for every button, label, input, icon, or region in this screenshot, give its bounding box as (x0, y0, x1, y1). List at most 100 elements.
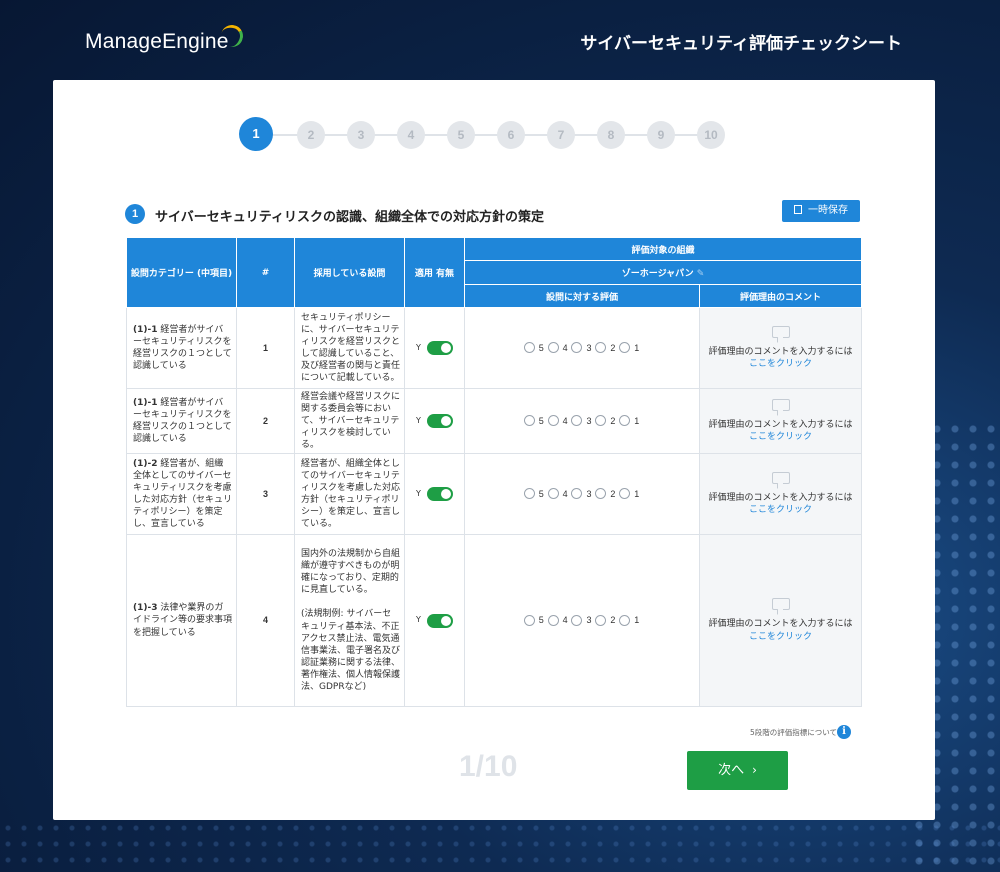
category-code: (1)-3 (133, 603, 158, 614)
row-category: (1)-3 法律や業界のガイドライン等の要求事項を把握している (126, 534, 237, 707)
header-org-group: 評価対象の組織 (463, 237, 863, 261)
rating-label: 1 (634, 415, 640, 426)
comment-bubble-icon (771, 598, 790, 611)
comment-bubble-icon (771, 471, 790, 484)
rating-label: 3 (586, 342, 592, 353)
rating-radio-5[interactable] (523, 342, 535, 354)
chevron-right-icon: › (752, 763, 757, 777)
header-evaluation: 設問に対する評価 (464, 284, 700, 308)
rating-radio-3[interactable] (571, 415, 583, 427)
rating-radio-4[interactable] (547, 342, 559, 354)
edit-pencil-icon[interactable]: ✎ (697, 269, 705, 279)
rating-label: 2 (610, 615, 616, 626)
rating-radio-3[interactable] (571, 614, 583, 626)
comment-cell: 評価理由のコメントを入力するには ここをクリック (698, 307, 863, 389)
comment-prompt: 評価理由のコメントを入力するには (708, 419, 853, 430)
rating-radio-3[interactable] (571, 488, 583, 500)
rating-label: 1 (634, 342, 640, 353)
row-category: (1)-1 経営者がサイバーセキュリティリスクを経営リスクの１つとして認識してい… (126, 388, 237, 454)
comment-link[interactable]: ここをクリック (749, 632, 812, 642)
rating-radio-1[interactable] (619, 342, 631, 354)
rating-label: 5 (538, 415, 544, 426)
rating-radio-5[interactable] (523, 415, 535, 427)
row-number: 3 (236, 453, 295, 535)
comment-prompt: 評価理由のコメントを入力するには (708, 346, 853, 357)
org-name-label: ゾーホージャパン (621, 269, 694, 279)
rating-radio-1[interactable] (619, 614, 631, 626)
toggle-label: Y (416, 488, 421, 498)
rating-radio-5[interactable] (523, 614, 535, 626)
rating-radio-3[interactable] (571, 342, 583, 354)
page-header-title: サイバーセキュリティ評価チェックシート (580, 34, 902, 54)
rating-radio-4[interactable] (547, 415, 559, 427)
header-num: # (236, 237, 295, 308)
step-8[interactable]: 8 (597, 121, 625, 149)
comment-link[interactable]: ここをクリック (749, 432, 812, 442)
step-2[interactable]: 2 (297, 121, 325, 149)
comment-prompt: 評価理由のコメントを入力するには (708, 492, 853, 503)
save-icon (794, 205, 802, 214)
step-5[interactable]: 5 (447, 121, 475, 149)
category-code: (1)-1 (133, 324, 158, 335)
rating-label: 4 (562, 615, 568, 626)
rating-radio-2[interactable] (595, 342, 607, 354)
category-text: 経営者が、組織全体としてのサイバーセキュリティリスクを考慮した対応方針（セキュリ… (133, 458, 233, 530)
category-code: (1)-2 (133, 458, 158, 469)
header-category: 設問カテゴリー (中項目) (126, 237, 237, 308)
measure-text: 国内外の法規制から自組織が遵守すべきものが明確になっており、定期的に見直している… (301, 548, 401, 596)
applicable-toggle[interactable] (426, 341, 453, 355)
next-button[interactable]: 次へ › (687, 751, 788, 790)
rating-radio-2[interactable] (595, 415, 607, 427)
background-dots-bottom (0, 820, 1000, 872)
rating-label: 4 (562, 415, 568, 426)
toggle-label: Y (416, 615, 421, 625)
assessment-table: 設問カテゴリー (中項目) # 採用している設問 適用 有無 評価対象の組織 ゾ… (126, 237, 863, 707)
comment-prompt: 評価理由のコメントを入力するには (708, 619, 853, 630)
step-10[interactable]: 10 (697, 121, 725, 149)
rating-label: 3 (586, 615, 592, 626)
comment-cell: 評価理由のコメントを入力するには ここをクリック (698, 453, 863, 535)
row-number: 2 (236, 388, 295, 454)
header-measure: 採用している設問 (294, 237, 405, 308)
rating-label: 3 (586, 488, 592, 499)
step-6[interactable]: 6 (497, 121, 525, 149)
rating-radio-2[interactable] (595, 488, 607, 500)
header-comment: 評価理由のコメント (698, 284, 863, 308)
rating-label: 5 (538, 615, 544, 626)
row-measure: 国内外の法規制から自組織が遵守すべきものが明確になっており、定期的に見直している… (294, 534, 405, 707)
info-icon[interactable]: i (837, 725, 851, 739)
rating-label: 1 (634, 615, 640, 626)
applicable-toggle[interactable] (426, 613, 453, 628)
rating-radio-1[interactable] (619, 415, 631, 427)
page-indicator: 1/10 (459, 750, 518, 783)
applicable-cell: Y (404, 307, 465, 389)
step-7[interactable]: 7 (547, 121, 575, 149)
step-3[interactable]: 3 (347, 121, 375, 149)
applicable-toggle[interactable] (426, 414, 453, 428)
row-measure: 経営会議や経営リスクに関する委員会等において、サイバーセキュリティリスクを検討し… (294, 388, 405, 454)
step-4[interactable]: 4 (397, 121, 425, 149)
step-1[interactable]: 1 (239, 117, 273, 151)
rating-radio-2[interactable] (595, 614, 607, 626)
applicable-toggle[interactable] (426, 487, 453, 501)
comment-link[interactable]: ここをクリック (749, 359, 812, 369)
step-9[interactable]: 9 (647, 121, 675, 149)
comment-link[interactable]: ここをクリック (749, 505, 812, 515)
top-bar: ManageEngine サイバーセキュリティ評価チェックシート (0, 0, 1000, 80)
rating-radio-4[interactable] (547, 488, 559, 500)
rating-radio-5[interactable] (523, 488, 535, 500)
rating-group: 5 4 3 2 1 (464, 453, 700, 535)
rating-radio-4[interactable] (547, 614, 559, 626)
save-draft-button[interactable]: 一時保存 (782, 200, 860, 222)
applicable-cell: Y (404, 534, 465, 707)
row-measure: セキュリティポリシーに、サイバーセキュリティリスクを経営リスクとして認識している… (294, 307, 405, 389)
header-applicable: 適用 有無 (404, 237, 465, 308)
brand-logo: ManageEngine (85, 30, 229, 53)
row-category: (1)-1 経営者がサイバーセキュリティリスクを経営リスクの１つとして認識してい… (126, 307, 237, 389)
section-number: 1 (125, 204, 145, 224)
rating-label: 5 (538, 342, 544, 353)
rating-radio-1[interactable] (619, 488, 631, 500)
progress-stepper: 1 2 3 4 5 6 7 8 9 10 (239, 117, 729, 153)
save-draft-label: 一時保存 (808, 205, 848, 216)
main-card: 1 2 3 4 5 6 7 8 9 10 1 サイバーセキュリティリスクの認識、… (53, 80, 935, 820)
